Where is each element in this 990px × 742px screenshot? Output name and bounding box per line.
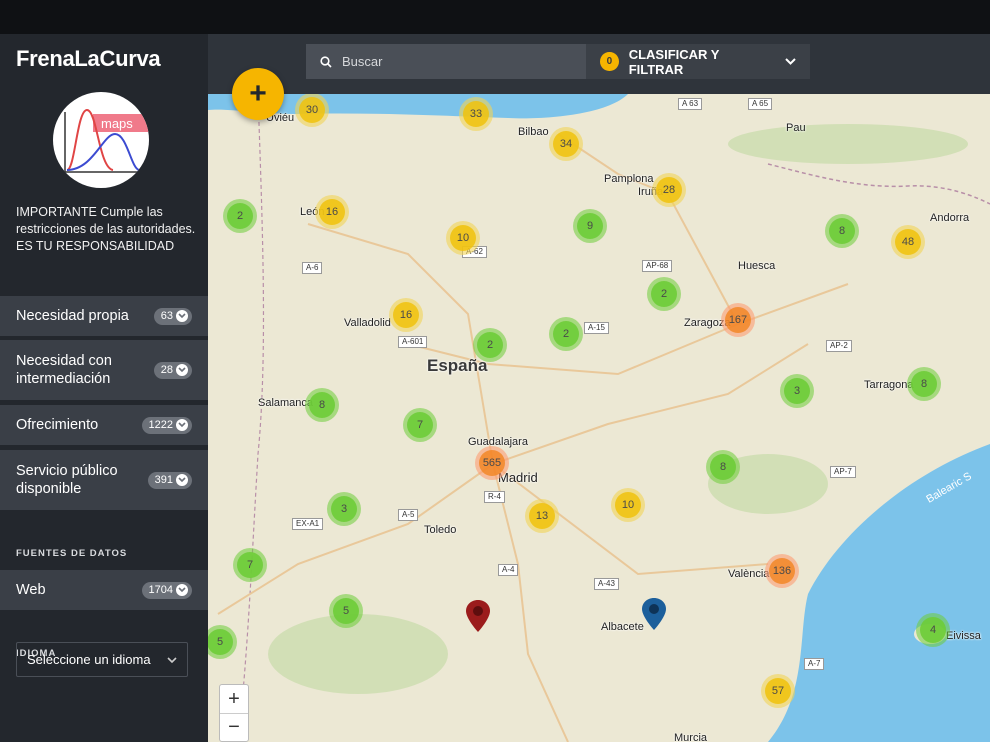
map-cluster[interactable]: 33: [459, 97, 493, 131]
language-select[interactable]: Seleccione un idioma: [16, 642, 188, 677]
map-cluster[interactable]: 2: [647, 277, 681, 311]
road-label: A 65: [748, 98, 773, 110]
chevron-down-icon: [176, 364, 188, 376]
sidebar: FrenaLaCurva maps IMPORTANTE Cumple las …: [0, 34, 208, 742]
road-label: AP-68: [642, 260, 673, 272]
map-place-country: España: [427, 356, 488, 375]
map-cluster[interactable]: 10: [446, 221, 480, 255]
map-cluster[interactable]: 57: [761, 674, 795, 708]
map-cluster[interactable]: 4: [916, 613, 950, 647]
map-cluster[interactable]: 3: [327, 492, 361, 526]
map-cluster[interactable]: 136: [765, 554, 799, 588]
road-label: R-4: [484, 491, 505, 503]
logo-text: maps: [101, 116, 133, 131]
map-cluster[interactable]: 16: [389, 298, 423, 332]
count-badge[interactable]: 63: [153, 307, 192, 325]
map-cluster[interactable]: 9: [573, 209, 607, 243]
zoom-control: + −: [219, 684, 249, 742]
road-label: A-15: [584, 322, 609, 334]
map-place: Albacete: [601, 621, 644, 633]
map-cluster[interactable]: 2: [549, 317, 583, 351]
chevron-down-icon: [176, 584, 188, 596]
menu-item-necesidad-propia[interactable]: Necesidad propia 63: [0, 296, 208, 336]
map-cluster[interactable]: 8: [706, 450, 740, 484]
road-label: A-6: [302, 262, 323, 274]
search-placeholder: Buscar: [342, 54, 383, 69]
map-cluster[interactable]: 167: [721, 303, 755, 337]
road-label: AP-2: [826, 340, 852, 352]
menu-item-label: Servicio público disponible: [16, 463, 118, 497]
map-place: Bilbao: [518, 126, 549, 138]
map-cluster[interactable]: 7: [403, 408, 437, 442]
map-place: Pamplona: [604, 173, 654, 185]
map-place: Murcia: [674, 732, 708, 742]
map-cluster[interactable]: 5: [329, 594, 363, 628]
search-input[interactable]: Buscar: [306, 44, 586, 79]
count-badge[interactable]: 1222: [141, 416, 192, 434]
search-icon: [320, 55, 332, 68]
map-cluster[interactable]: 7: [233, 548, 267, 582]
map-place: Pau: [786, 122, 806, 134]
zoom-out-button[interactable]: −: [220, 713, 248, 741]
classify-filter-button[interactable]: 0 CLASIFICAR Y FILTRAR: [586, 44, 810, 79]
menu-item-label: Ofrecimiento: [16, 417, 99, 433]
map-place: Andorra: [930, 212, 970, 224]
data-sources-title: FUENTES DE DATOS: [16, 548, 128, 559]
language-select-value: Seleccione un idioma: [27, 652, 151, 667]
chevron-down-icon: [176, 419, 188, 431]
brand-title[interactable]: FrenaLaCurva: [16, 46, 161, 72]
map-cluster[interactable]: 8: [907, 367, 941, 401]
map-cluster[interactable]: 16: [315, 195, 349, 229]
menu-item-label: Necesidad propia: [16, 308, 129, 324]
filter-label: CLASIFICAR Y FILTRAR: [628, 46, 720, 77]
count-badge[interactable]: 391: [147, 471, 192, 489]
road-label: AP-7: [830, 466, 856, 478]
map-cluster[interactable]: 8: [305, 388, 339, 422]
chevron-down-icon: [176, 310, 188, 322]
map-place: Toledo: [424, 524, 457, 536]
map-cluster[interactable]: 48: [891, 225, 925, 259]
add-button[interactable]: +: [232, 68, 284, 120]
zoom-in-button[interactable]: +: [220, 685, 248, 713]
map-cluster[interactable]: 34: [549, 127, 583, 161]
chevron-down-icon: [785, 58, 796, 65]
menu-item-label: Necesidad con intermediación: [16, 353, 112, 387]
menu-item-label: Web: [16, 582, 46, 598]
map-cluster[interactable]: 13: [525, 499, 559, 533]
count-badge[interactable]: 1704: [141, 581, 192, 599]
map-cluster[interactable]: 3: [780, 374, 814, 408]
map-cluster[interactable]: 8: [825, 214, 859, 248]
app-logo: maps: [53, 92, 149, 188]
map-cluster[interactable]: 565: [475, 446, 509, 480]
map-place: Huesca: [738, 260, 776, 272]
count-badge[interactable]: 28: [153, 361, 192, 379]
map-cluster[interactable]: 10: [611, 488, 645, 522]
road-label: A-7: [804, 658, 825, 670]
road-label: A-5: [398, 509, 419, 521]
top-bar: [0, 0, 990, 34]
map-cluster[interactable]: 2: [223, 199, 257, 233]
map-cluster[interactable]: 30: [295, 94, 329, 127]
road-label: A 63: [678, 98, 703, 110]
map-marker-blue-icon[interactable]: [641, 597, 667, 631]
chevron-down-icon: [167, 652, 177, 667]
road-label: A-601: [398, 336, 428, 348]
road-label: EX-A1: [292, 518, 324, 530]
menu-item-web[interactable]: Web 1704: [0, 570, 208, 610]
map-cluster[interactable]: 2: [473, 328, 507, 362]
map-place: Valladolid: [344, 317, 391, 329]
map-place: Eivissa: [946, 630, 981, 642]
road-label: A-4: [498, 564, 519, 576]
map-view[interactable]: Uviéu Bilbao Pamplona Iruña León Andorra…: [208, 94, 990, 742]
map-cluster[interactable]: 28: [652, 173, 686, 207]
filter-count-badge: 0: [600, 52, 619, 71]
menu-item-servicio-publico[interactable]: Servicio público disponible 391: [0, 450, 208, 510]
chevron-down-icon: [176, 474, 188, 486]
menu-item-necesidad-intermediacion[interactable]: Necesidad con intermediación 28: [0, 340, 208, 400]
map-place: València: [728, 568, 770, 580]
menu-item-ofrecimiento[interactable]: Ofrecimiento 1222: [0, 405, 208, 445]
road-label: A-43: [594, 578, 619, 590]
important-notice: IMPORTANTE Cumple las restricciones de l…: [16, 205, 196, 253]
map-marker-red-icon[interactable]: [465, 599, 491, 633]
